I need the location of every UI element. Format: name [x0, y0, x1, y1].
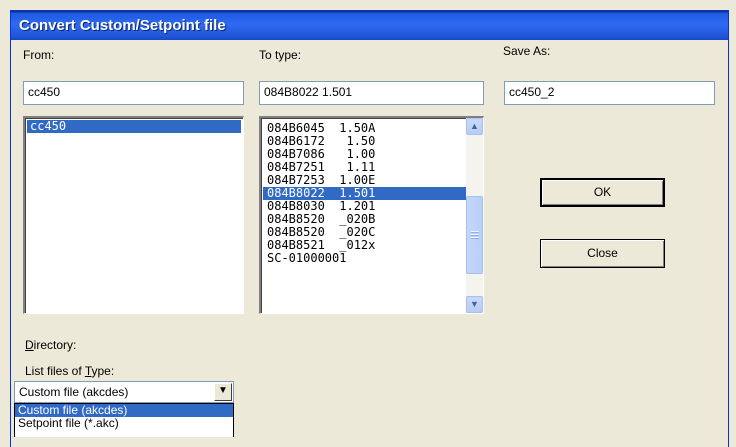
scroll-up-arrow-icon[interactable]: ▲	[466, 118, 483, 135]
list-type-combo[interactable]: Custom file (akcdes) ▼	[14, 381, 234, 403]
from-label: From:	[23, 48, 55, 62]
list-type-label: List files of Type:	[25, 364, 115, 378]
type-list-scrollbar[interactable]: ▲ ▼	[466, 118, 483, 313]
to-type-input[interactable]: 084B8022 1.501	[259, 81, 484, 105]
combo-selected-value: Custom file (akcdes)	[19, 385, 129, 399]
list-type-dropdown[interactable]: Custom file (akcdes) Setpoint file (*.ak…	[14, 403, 234, 437]
file-item[interactable]: cc450	[27, 120, 241, 133]
chevron-down-icon[interactable]: ▼	[214, 383, 232, 401]
directory-label: Directory:	[25, 338, 77, 352]
scroll-thumb[interactable]	[466, 196, 483, 274]
close-button[interactable]: Close	[540, 239, 665, 268]
from-file-list[interactable]: cc450	[23, 116, 244, 314]
title-bar[interactable]: Convert Custom/Setpoint file	[11, 11, 728, 40]
to-type-label: To type:	[259, 48, 302, 62]
type-list[interactable]: 084B6045 1.50A 084B6172 1.50 084B7086 1.…	[259, 116, 484, 314]
from-input[interactable]: cc450	[23, 81, 244, 105]
window-title: Convert Custom/Setpoint file	[19, 17, 226, 34]
save-as-input[interactable]: cc450_2	[504, 81, 715, 105]
ok-button[interactable]: OK	[540, 178, 665, 207]
type-items: 084B6045 1.50A 084B6172 1.50 084B7086 1.…	[261, 118, 483, 265]
dropdown-option-setpoint[interactable]: Setpoint file (*.akc)	[15, 417, 233, 430]
save-as-label: Save As:	[503, 44, 551, 58]
type-item[interactable]: SC-01000001	[263, 252, 483, 265]
scroll-down-arrow-icon[interactable]: ▼	[466, 296, 483, 313]
